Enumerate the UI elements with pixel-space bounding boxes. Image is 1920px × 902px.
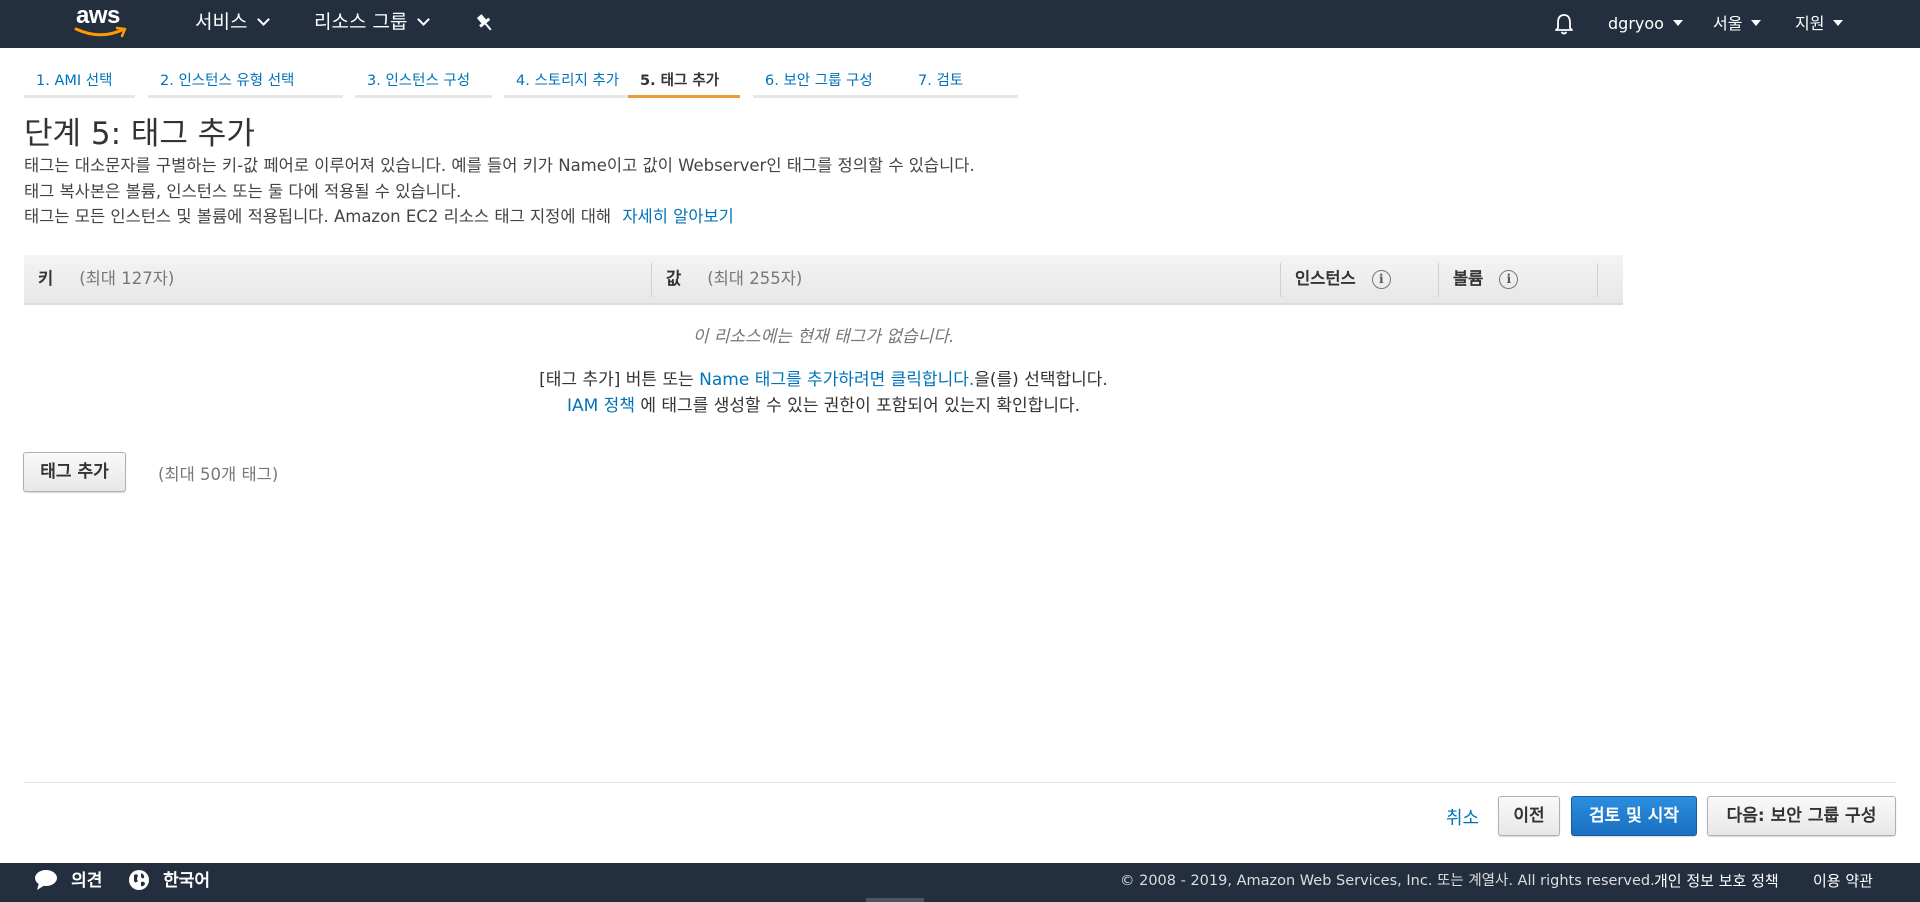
description-line-3-text: 태그는 모든 인스턴스 및 볼륨에 적용됩니다. Amazon EC2 리소스 … xyxy=(24,207,612,226)
terms-of-use-link[interactable]: 이용 약관 xyxy=(1813,863,1873,902)
empty-table-message: 이 리소스에는 현재 태그가 없습니다. xyxy=(692,327,955,347)
add-tag-hint-suffix: 을(를) 선택합니다. xyxy=(974,370,1108,390)
tags-table: 키 (최대 127자) 값 (최대 255자) 인스턴스 i 볼륨 i 이 리소스에는 … xyxy=(24,255,1623,416)
review-and-launch-button[interactable]: 검토 및 시작 xyxy=(1571,796,1697,836)
privacy-policy-link[interactable]: 개인 정보 보호 정책 xyxy=(1654,863,1779,902)
notifications-bell-icon[interactable] xyxy=(1553,12,1575,36)
description-line-2: 태그 복사본은 볼륨, 인스턴스 또는 둘 다에 적용될 수 있습니다. xyxy=(24,182,462,201)
column-value-label: 값 xyxy=(666,269,682,288)
column-key-label: 키 xyxy=(38,269,54,288)
caret-down-icon xyxy=(1672,19,1683,26)
aws-smile-icon xyxy=(74,26,127,38)
column-divider xyxy=(1438,263,1439,297)
footer-scroll-tab xyxy=(866,898,924,902)
user-menu-label: dgryoo xyxy=(1608,14,1664,33)
add-tag-hint-prefix: [태그 추가] 버튼 또는 xyxy=(539,370,694,390)
chevron-down-icon xyxy=(417,13,431,26)
column-instances-label: 인스턴스 xyxy=(1295,269,1356,288)
top-navigation-bar: aws 서비스 리소스 그룹 dgryoo 서울 지원 xyxy=(0,0,1920,48)
info-icon[interactable]: i xyxy=(1499,270,1519,289)
resource-groups-menu-label: 리소스 그룹 xyxy=(314,11,408,33)
column-divider xyxy=(651,263,652,297)
user-menu[interactable]: dgryoo xyxy=(1608,0,1683,48)
caret-down-icon xyxy=(1751,19,1762,26)
feedback-button[interactable]: 의견 xyxy=(34,863,102,902)
step-configure-security-group[interactable]: 6. 보안 그룹 구성 xyxy=(753,68,914,98)
learn-more-link[interactable]: 자세히 알아보기 xyxy=(622,207,734,226)
copyright-text: © 2008 - 2019, Amazon Web Services, Inc.… xyxy=(1120,873,1655,889)
globe-icon xyxy=(129,869,149,890)
column-key: 키 (최대 127자) xyxy=(38,255,174,303)
page-title: 단계 5: 태그 추가 xyxy=(24,116,255,152)
actions-divider xyxy=(24,782,1896,783)
support-menu[interactable]: 지원 xyxy=(1795,0,1844,48)
column-divider xyxy=(1597,263,1598,297)
language-selector[interactable]: 한국어 xyxy=(128,863,210,902)
cancel-link[interactable]: 취소 xyxy=(1446,804,1479,830)
language-label: 한국어 xyxy=(163,871,211,891)
previous-button[interactable]: 이전 xyxy=(1498,796,1560,836)
next-configure-security-group-button[interactable]: 다음: 보안 그룹 구성 xyxy=(1707,796,1896,836)
step-review[interactable]: 7. 검토 xyxy=(906,68,1018,98)
speech-bubble-icon xyxy=(35,869,57,890)
table-header: 키 (최대 127자) 값 (최대 255자) 인스턴스 i 볼륨 i xyxy=(24,255,1623,305)
description-line-3: 태그는 모든 인스턴스 및 볼륨에 적용됩니다. Amazon EC2 리소스 … xyxy=(24,203,734,227)
column-volumes-label: 볼륨 xyxy=(1453,269,1484,288)
pin-icon[interactable] xyxy=(474,12,496,34)
add-tag-hint: [태그 추가] 버튼 또는 Name 태그를 추가하려면 클릭합니다.을(를) … xyxy=(24,365,1623,390)
iam-policy-link[interactable]: IAM 정책 xyxy=(567,396,635,416)
column-volumes: 볼륨 i xyxy=(1453,255,1519,303)
chevron-down-icon xyxy=(257,13,271,26)
resource-groups-menu[interactable]: 리소스 그룹 xyxy=(314,0,431,48)
step-configure-instance[interactable]: 3. 인스턴스 구성 xyxy=(355,68,492,98)
column-instances: 인스턴스 i xyxy=(1295,255,1391,303)
region-menu[interactable]: 서울 xyxy=(1713,0,1762,48)
iam-policy-hint: IAM 정책 에 태그를 생성할 수 있는 권한이 포함되어 있는지 확인합니다… xyxy=(24,391,1623,416)
services-menu[interactable]: 서비스 xyxy=(195,0,271,48)
caret-down-icon xyxy=(1833,19,1844,26)
support-menu-label: 지원 xyxy=(1795,14,1825,33)
step-choose-ami[interactable]: 1. AMI 선택 xyxy=(24,68,135,98)
info-icon[interactable]: i xyxy=(1371,270,1391,289)
iam-policy-hint-text: 에 태그를 생성할 수 있는 권한이 포함되어 있는지 확인합니다. xyxy=(640,396,1081,416)
description-line-1: 태그는 대소문자를 구별하는 키-값 페어로 이루어져 있습니다. 예를 들어 … xyxy=(24,156,975,175)
column-value: 값 (최대 255자) xyxy=(666,255,802,303)
region-menu-label: 서울 xyxy=(1713,14,1743,33)
step-add-tags[interactable]: 5. 태그 추가 xyxy=(628,68,740,98)
column-key-hint: (최대 127자) xyxy=(79,269,175,288)
footer: 의견 한국어 © 2008 - 2019, Amazon Web Service… xyxy=(0,863,1920,902)
feedback-label: 의견 xyxy=(71,871,103,891)
add-tag-button[interactable]: 태그 추가 xyxy=(23,452,126,492)
add-name-tag-link[interactable]: Name 태그를 추가하려면 클릭합니다. xyxy=(699,370,974,390)
column-value-hint: (최대 255자) xyxy=(707,269,803,288)
step-add-storage[interactable]: 4. 스토리지 추가 xyxy=(504,68,638,98)
step-choose-instance-type[interactable]: 2. 인스턴스 유형 선택 xyxy=(148,68,343,98)
services-menu-label: 서비스 xyxy=(195,11,248,33)
aws-logo[interactable]: aws xyxy=(74,2,130,42)
column-divider xyxy=(1280,263,1281,297)
tag-limit-note: (최대 50개 태그) xyxy=(158,465,279,484)
